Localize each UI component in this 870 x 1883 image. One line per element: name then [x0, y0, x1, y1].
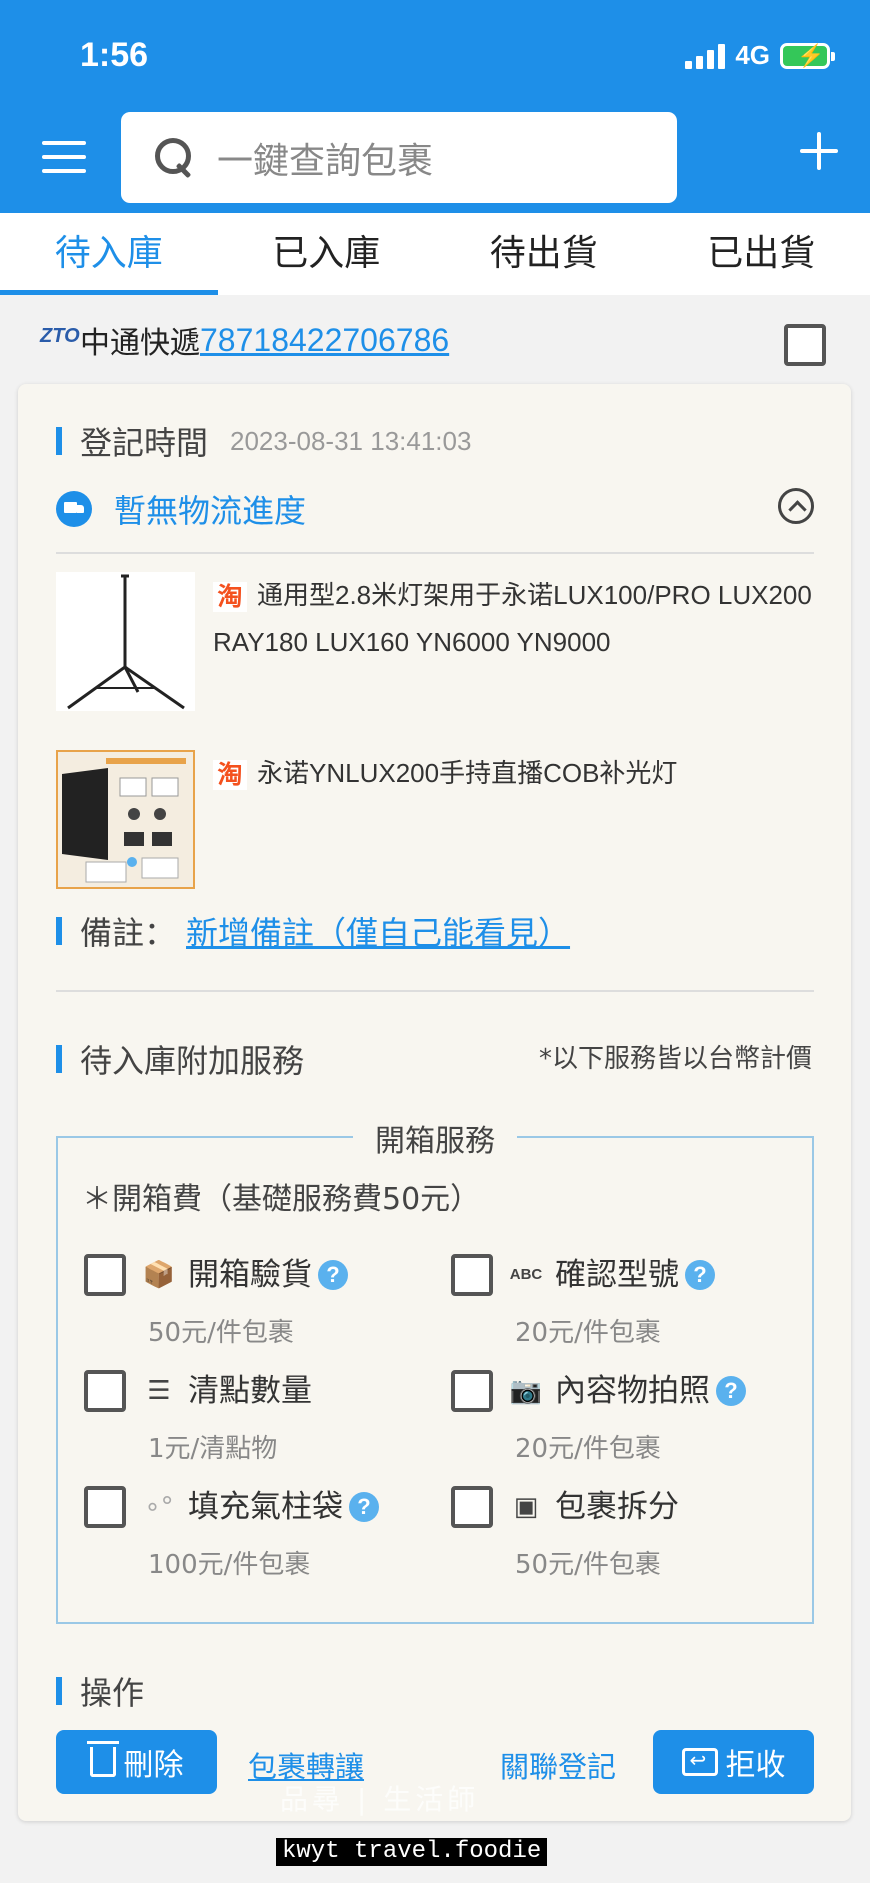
add-icon[interactable] [800, 132, 838, 170]
network-type: 4G [735, 40, 770, 70]
product-image-light-stand [56, 572, 195, 711]
unboxing-services-box: 開箱服務 ＊開箱費（基礎服務費50元） 📦 開箱驗貨? 50元/件包裹 ABC … [56, 1124, 814, 1624]
search-icon [153, 136, 197, 180]
product-title: 淘永诺YNLUX200手持直播COB补光灯 [213, 750, 813, 797]
battery-icon: ⚡ [780, 42, 835, 69]
truck-icon [56, 491, 92, 527]
search-input[interactable]: 一鍵查詢包裹 [121, 112, 677, 203]
divider [56, 552, 814, 554]
collapse-chevron-up-icon[interactable] [778, 488, 814, 524]
reject-button[interactable]: 拒收 [653, 1730, 814, 1794]
help-icon[interactable]: ? [349, 1492, 379, 1522]
service-checkbox[interactable] [84, 1370, 126, 1412]
divider [56, 990, 814, 992]
service-item-air-column[interactable]: ∘° 填充氣柱袋? 100元/件包裹 [84, 1486, 424, 1586]
section-marker [56, 917, 62, 945]
operations-title-row: 操作 [56, 1668, 144, 1714]
abc-icon: ABC [509, 1266, 543, 1283]
service-price: 50元/件包裹 [148, 1318, 294, 1348]
product-image-cob-light [56, 750, 195, 889]
signal-icon [685, 43, 726, 69]
camera-icon: 📷 [509, 1376, 543, 1406]
service-name: 填充氣柱袋? [188, 1486, 379, 1528]
parcel-select-checkbox[interactable] [784, 324, 826, 366]
service-price: 20元/件包裹 [515, 1318, 661, 1348]
service-checkbox[interactable] [451, 1254, 493, 1296]
return-icon [681, 1748, 718, 1776]
unbox-icon: 📦 [142, 1260, 176, 1290]
service-checkbox[interactable] [84, 1486, 126, 1528]
service-price: 1元/清點物 [148, 1434, 278, 1464]
service-checkbox[interactable] [451, 1486, 493, 1528]
service-price: 100元/件包裹 [148, 1550, 311, 1580]
service-price: 50元/件包裹 [515, 1550, 661, 1580]
progress-text: 暫無物流進度 [114, 492, 307, 530]
service-price: 20元/件包裹 [515, 1434, 661, 1464]
section-marker [56, 1045, 62, 1073]
menu-icon[interactable] [42, 141, 86, 173]
service-name: 確認型號? [555, 1254, 715, 1296]
taobao-icon: 淘 [213, 582, 247, 613]
operations-title: 操作 [80, 1674, 145, 1712]
register-time: 2023-08-31 13:41:03 [230, 425, 472, 456]
search-placeholder: 一鍵查詢包裹 [217, 140, 434, 182]
service-item-photo[interactable]: 📷 內容物拍照? 20元/件包裹 [451, 1370, 791, 1470]
product-item[interactable]: 淘永诺YNLUX200手持直播COB补光灯 [56, 750, 814, 890]
service-checkbox[interactable] [84, 1254, 126, 1296]
add-remark-link[interactable]: 新增備註（僅自己能看見） [186, 908, 570, 954]
product-item[interactable]: 淘通用型2.8米灯架用于永诺LUX100/PRO LUX200 RAY180 L… [56, 572, 814, 712]
service-name: 開箱驗貨? [188, 1254, 348, 1296]
service-name: 包裹拆分 [555, 1489, 679, 1525]
help-icon[interactable]: ? [318, 1260, 348, 1290]
logistics-progress[interactable]: 暫無物流進度 [56, 486, 306, 532]
help-icon[interactable]: ? [716, 1376, 746, 1406]
service-item-confirm-model[interactable]: ABC 確認型號? 20元/件包裹 [451, 1254, 791, 1354]
service-checkbox[interactable] [451, 1370, 493, 1412]
service-item-split[interactable]: ▣ 包裹拆分 50元/件包裹 [451, 1486, 791, 1586]
list-icon: ☰ [147, 1376, 171, 1406]
delete-button[interactable]: 刪除 [56, 1730, 217, 1794]
product-title: 淘通用型2.8米灯架用于永诺LUX100/PRO LUX200 RAY180 L… [213, 580, 812, 657]
carrier-logo: ZTO [40, 325, 80, 347]
taobao-icon: 淘 [213, 760, 247, 791]
carrier-name: 中通快遞 [80, 326, 200, 361]
services-title: 待入庫附加服務 [80, 1042, 305, 1080]
service-name: 內容物拍照? [555, 1370, 746, 1412]
services-title-row: 待入庫附加服務 [56, 1036, 304, 1082]
register-label: 登記時間 [80, 424, 209, 462]
remark-row: 備註： 新增備註（僅自己能看見） [56, 908, 570, 954]
service-name: 清點數量 [188, 1373, 312, 1409]
watermark-caption: kwyt travel.foodie [276, 1838, 548, 1866]
tab-pending-shipment[interactable]: 待出貨 [435, 213, 653, 295]
parcel-header: ZTO 中通快遞 78718422706786 [40, 318, 449, 362]
box-title: 開箱服務 [58, 1116, 812, 1160]
section-marker [56, 1677, 62, 1705]
currency-note: *以下服務皆以台幣計價 [538, 1044, 812, 1074]
status-indicators: 4G ⚡ [685, 40, 835, 71]
top-bar: 1:56 4G ⚡ 一鍵查詢包裹 [0, 0, 870, 213]
trash-icon [86, 1741, 119, 1777]
tab-bar: 待入庫 已入庫 待出貨 已出貨 [0, 213, 870, 295]
tab-shipped[interactable]: 已出貨 [653, 213, 870, 295]
section-marker [56, 427, 62, 455]
tab-stored[interactable]: 已入庫 [218, 213, 436, 295]
boxes-icon: ▣ [513, 1492, 539, 1522]
tab-pending-storage[interactable]: 待入庫 [0, 213, 218, 295]
service-item-count[interactable]: ☰ 清點數量 1元/清點物 [84, 1370, 424, 1470]
tracking-number-link[interactable]: 78718422706786 [200, 322, 449, 359]
service-item-inspect[interactable]: 📦 開箱驗貨? 50元/件包裹 [84, 1254, 424, 1354]
unboxing-fee-note: ＊開箱費（基礎服務費50元） [82, 1182, 481, 1217]
register-time-row: 登記時間 2023-08-31 13:41:03 [56, 418, 471, 464]
bubbles-icon: ∘° [144, 1492, 174, 1522]
status-time: 1:56 [80, 36, 149, 74]
watermark-text: 品尋 | 生活師 [280, 1783, 480, 1816]
help-icon[interactable]: ? [685, 1260, 715, 1290]
remark-label: 備註： [80, 914, 177, 952]
link-register-link[interactable]: 關聯登記 [500, 1744, 616, 1786]
